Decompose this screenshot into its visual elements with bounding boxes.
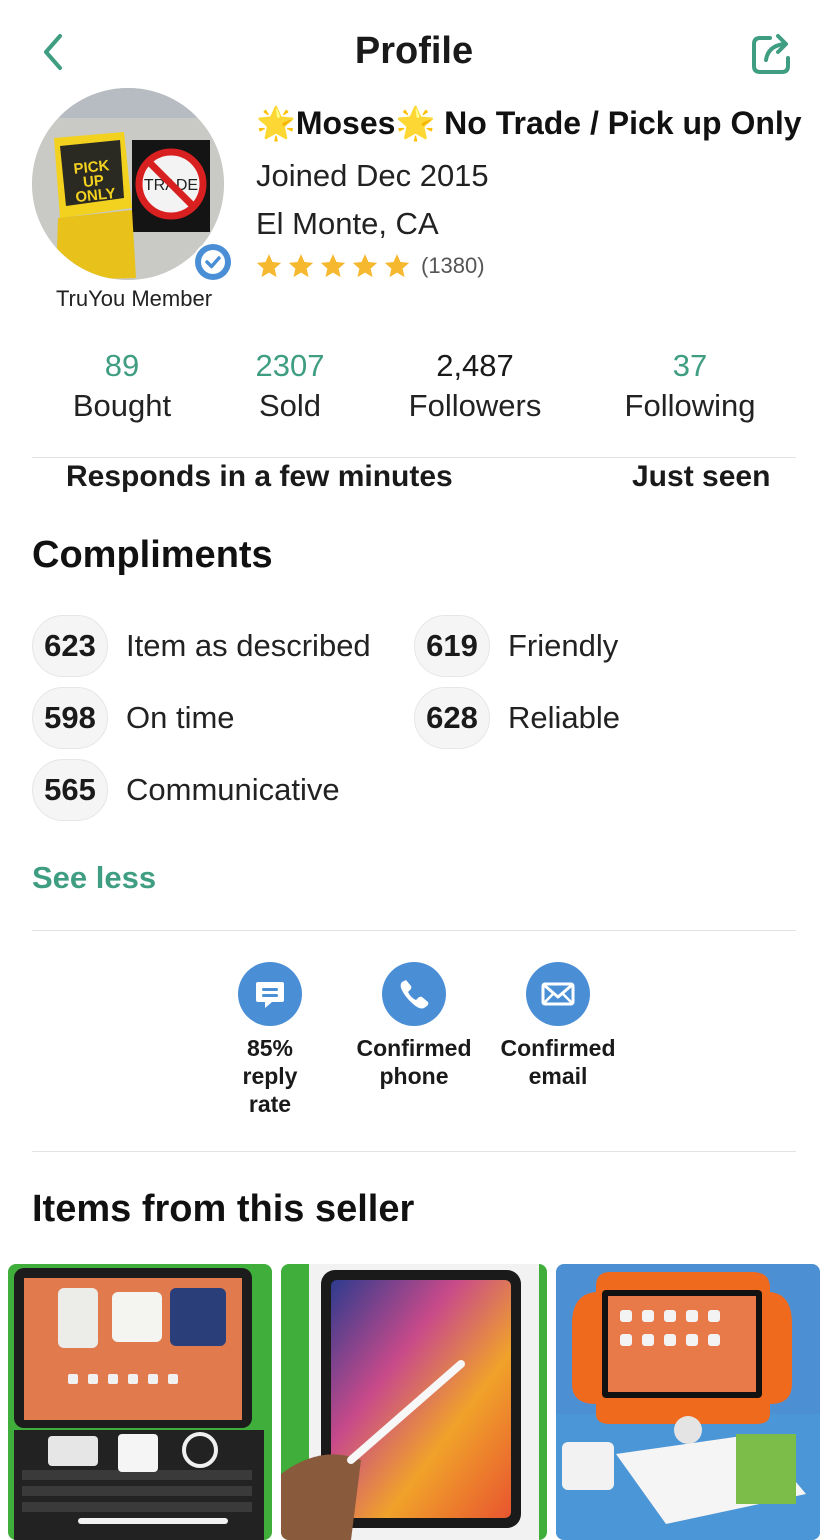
verification-label: 85% reply rate: [242, 1035, 298, 1117]
stat-sold[interactable]: 2307 Sold: [220, 346, 360, 426]
item-thumbnail[interactable]: [556, 1264, 820, 1540]
star-icon: [288, 254, 314, 278]
compliment-item: 623 Item as described: [32, 614, 371, 678]
divider: [32, 457, 796, 458]
rating-count: (1380): [421, 253, 485, 278]
item-image: [281, 1264, 547, 1540]
stat-followers[interactable]: 2,487 Followers: [390, 346, 560, 426]
see-less-link[interactable]: See less: [32, 860, 156, 896]
item-thumbnail[interactable]: [281, 1264, 547, 1540]
stat-label: Following: [624, 388, 756, 423]
truyou-label: TruYou Member: [55, 286, 213, 311]
verification-email: Confirmed email: [483, 962, 633, 1090]
stat-value: 2,487: [436, 348, 514, 383]
stat-label: Followers: [408, 388, 542, 423]
compliment-label: Friendly: [508, 628, 619, 663]
compliment-item: 628 Reliable: [414, 686, 620, 750]
verified-badge: [193, 242, 233, 282]
compliment-count: 619: [414, 615, 490, 677]
stat-following[interactable]: 37 Following: [610, 346, 770, 426]
location: El Monte, CA: [256, 206, 439, 241]
verification-label: Confirmed phone: [356, 1035, 472, 1089]
phone-icon: [382, 962, 446, 1026]
page-title: Profile: [354, 30, 474, 72]
response-time: Responds in a few minutes: [66, 460, 453, 493]
star-icon: [352, 254, 378, 278]
star-icon: [320, 254, 346, 278]
stat-value: 37: [672, 348, 708, 383]
stat-label: Sold: [258, 388, 322, 423]
compliment-count: 598: [32, 687, 108, 749]
compliment-count: 628: [414, 687, 490, 749]
compliment-item: 598 On time: [32, 686, 235, 750]
item-image: [556, 1264, 820, 1540]
compliment-label: Communicative: [126, 772, 340, 807]
stat-value: 2307: [255, 348, 325, 383]
compliment-label: On time: [126, 700, 235, 735]
items-section-title: Items from this seller: [32, 1188, 415, 1230]
item-image: [8, 1264, 272, 1540]
envelope-icon: [526, 962, 590, 1026]
compliments-title: Compliments: [32, 534, 273, 576]
verification-label: Confirmed email: [500, 1035, 616, 1089]
compliment-count: 565: [32, 759, 108, 821]
stat-bought[interactable]: 89 Bought: [52, 346, 192, 426]
divider: [32, 930, 796, 931]
item-thumbnail[interactable]: [8, 1264, 272, 1540]
profile-name: 🌟Moses🌟 No Trade / Pick up Only: [256, 105, 802, 141]
chat-bubble-icon: [238, 962, 302, 1026]
compliment-label: Item as described: [126, 628, 371, 663]
divider: [32, 1151, 796, 1152]
joined-date: Joined Dec 2015: [256, 158, 489, 193]
compliment-count: 623: [32, 615, 108, 677]
check-badge-icon: [195, 244, 231, 280]
star-icon: [384, 254, 410, 278]
compliment-item: 619 Friendly: [414, 614, 618, 678]
last-seen: Just seen: [632, 460, 771, 493]
verification-phone: Confirmed phone: [339, 962, 489, 1090]
stat-value: 89: [104, 348, 140, 383]
stat-label: Bought: [72, 388, 172, 423]
compliment-label: Reliable: [508, 700, 621, 735]
share-button[interactable]: [748, 30, 796, 78]
verification-reply-rate: 85% reply rate: [195, 962, 345, 1118]
star-icon: [256, 254, 282, 278]
rating[interactable]: (1380): [255, 250, 485, 282]
share-icon: [752, 34, 790, 74]
compliment-item: 565 Communicative: [32, 758, 340, 822]
